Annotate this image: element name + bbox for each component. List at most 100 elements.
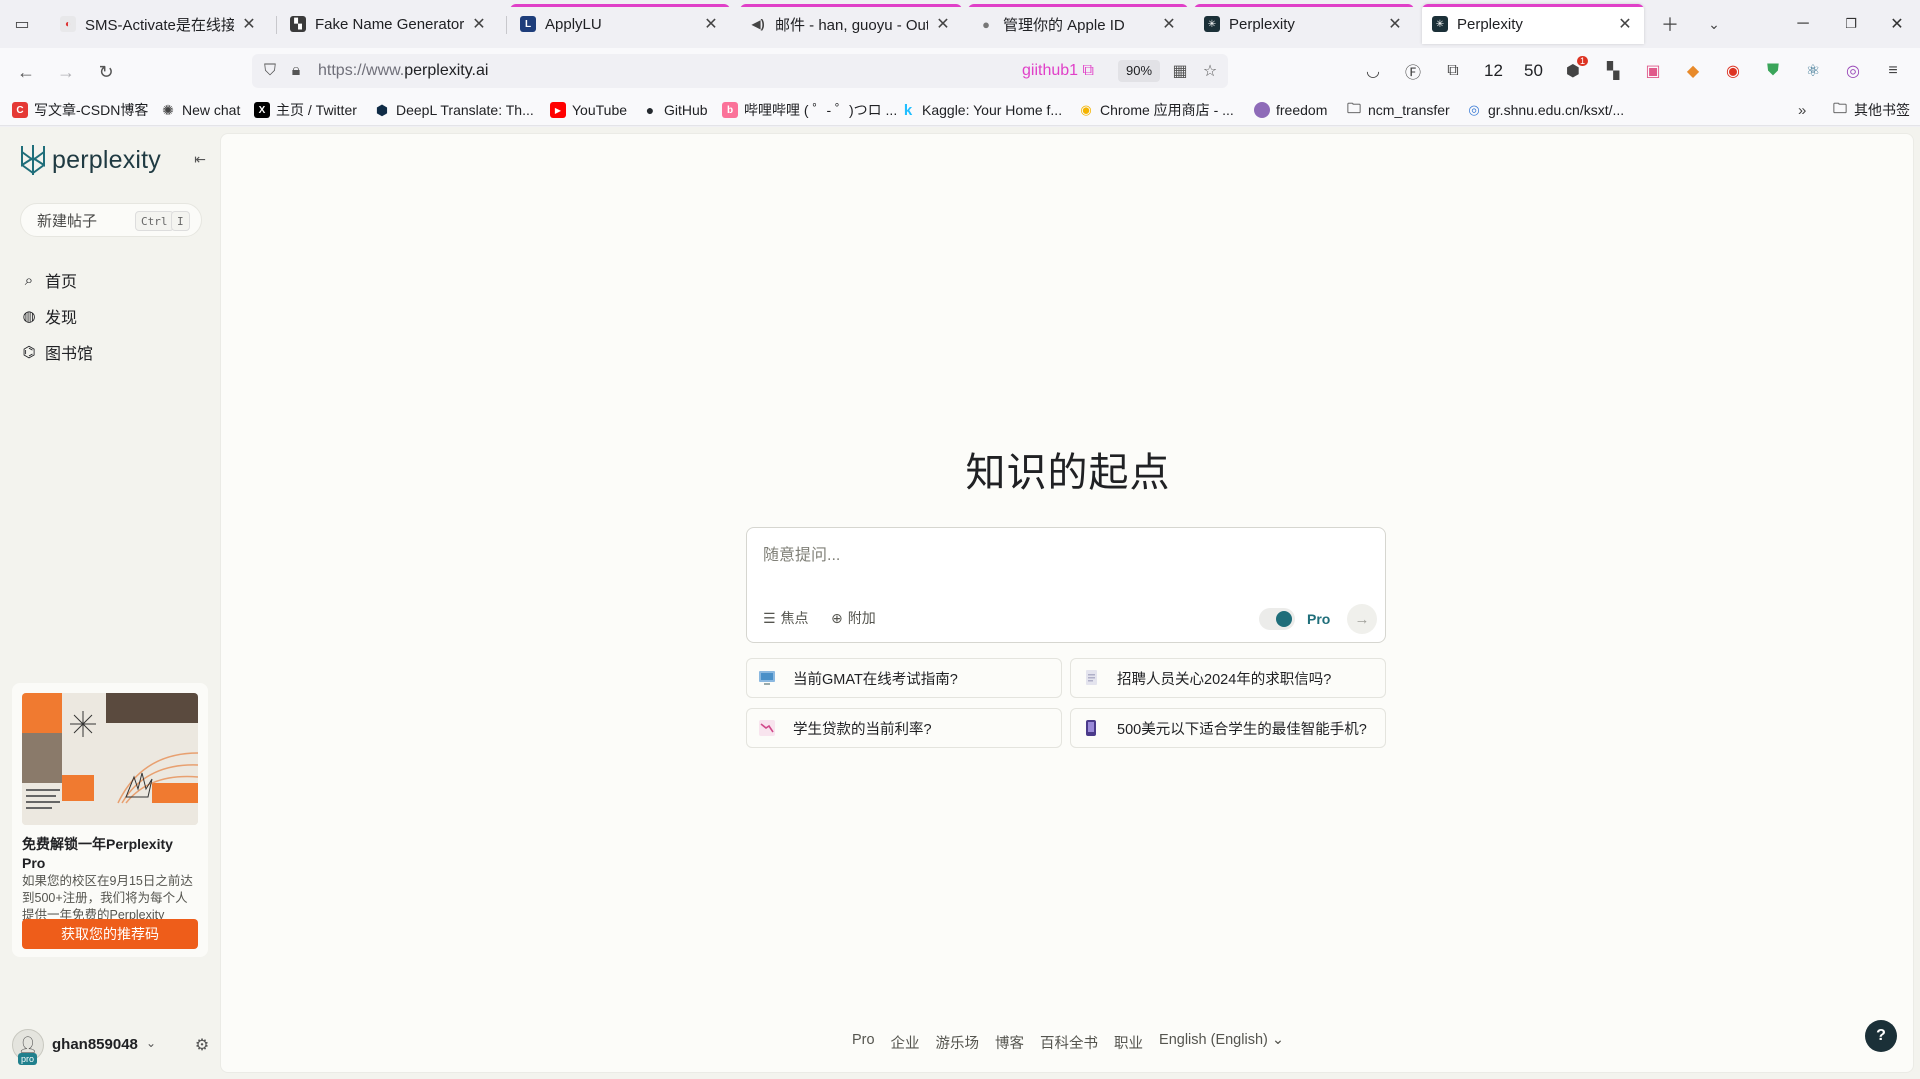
tab-perplexity-active[interactable]: ✳ Perplexity ✕ xyxy=(1422,4,1644,44)
user-menu[interactable]: 👤︎ pro ghan859048 ⌄ ⚙ xyxy=(12,1027,212,1067)
zoom-level[interactable]: 90% xyxy=(1118,60,1161,82)
other-bookmarks-folder[interactable]: 🗀︎ 其他书签 xyxy=(1832,100,1910,120)
metamask-icon[interactable]: ◆ xyxy=(1680,58,1706,84)
back-button[interactable]: ← xyxy=(12,58,40,86)
bookmark-csdn[interactable]: C 写文章-CSDN博客 xyxy=(12,100,148,120)
bookmark-github[interactable]: ● GitHub xyxy=(642,100,708,120)
tab-title: SMS-Activate是在线接受短 xyxy=(85,16,234,34)
close-icon[interactable]: ✕ xyxy=(1160,14,1178,34)
counter-a[interactable]: 12 xyxy=(1484,58,1503,84)
more-bookmarks-chevron-icon[interactable]: » xyxy=(1798,100,1806,120)
focus-button[interactable]: ☰ 焦点 xyxy=(763,608,809,628)
close-icon[interactable]: ✕ xyxy=(1616,14,1634,34)
attach-button[interactable]: ⊕ 附加 xyxy=(831,608,876,628)
tab-perplexity-1[interactable]: ✳ Perplexity ✕ xyxy=(1194,4,1414,44)
footer-link-careers[interactable]: 职业 xyxy=(1114,1032,1143,1053)
grid-apps-icon[interactable]: ▚ xyxy=(1600,58,1626,84)
reload-button[interactable]: ↻ xyxy=(92,58,120,86)
bookmark-freedom[interactable]: freedom xyxy=(1254,100,1327,120)
react-devtools-icon[interactable]: ⚛ xyxy=(1800,58,1826,84)
pro-toggle[interactable]: Pro xyxy=(1259,606,1341,632)
collapse-sidebar-icon[interactable]: ⇤ xyxy=(190,149,210,169)
bookmark-shnu[interactable]: ◎ gr.shnu.edu.cn/ksxt/... xyxy=(1466,100,1624,120)
brand-name: perplexity xyxy=(52,145,161,174)
extension-label[interactable]: giithub1 ⧉ xyxy=(1022,62,1094,80)
close-icon[interactable]: ✕ xyxy=(470,14,488,34)
suggestion-text: 当前GMAT在线考试指南? xyxy=(793,671,958,688)
perplexity-logo[interactable]: perplexity xyxy=(18,143,161,177)
restore-button[interactable]: ❐ xyxy=(1836,10,1866,38)
sidebar-item-discover[interactable]: ◍ 发现 xyxy=(20,303,77,329)
search-box[interactable]: ☰ 焦点 ⊕ 附加 Pro → xyxy=(746,527,1386,643)
puzzle-icon[interactable]: ⧉ xyxy=(1440,58,1466,84)
translate-icon[interactable]: ▣ xyxy=(1640,58,1666,84)
bookmark-chrome-store[interactable]: ◉ Chrome 应用商店 - ... xyxy=(1078,100,1233,120)
bookmark-folder-ncm[interactable]: 🗀︎ ncm_transfer xyxy=(1346,100,1450,120)
submit-arrow-button[interactable]: → xyxy=(1347,604,1377,634)
username[interactable]: ghan859048 xyxy=(52,1036,138,1053)
menu-icon[interactable]: ≡ xyxy=(1880,58,1906,84)
gear-icon[interactable]: ⚙ xyxy=(192,1035,212,1055)
footer-link-pro[interactable]: Pro xyxy=(852,1032,875,1053)
notification-extension-icon[interactable]: ⬢ 1 xyxy=(1560,56,1588,84)
new-tab-button[interactable]: ＋ xyxy=(1658,12,1682,36)
freedom-icon xyxy=(1254,102,1270,118)
bookmark-bilibili[interactable]: b 哔哩哔哩 ( ゜- ゜)つロ ... xyxy=(722,100,897,120)
opera-icon[interactable]: ◉ xyxy=(1720,58,1746,84)
shield-icon[interactable]: ⛉ xyxy=(260,61,280,81)
profile-icon[interactable]: ◎ xyxy=(1840,58,1866,84)
lock-icon[interactable]: 🔒︎ xyxy=(286,61,306,81)
tab-sms-activate[interactable]: ◐ SMS-Activate是在线接受短 ✕ xyxy=(50,4,268,44)
tab-outlook[interactable]: ◀) 邮件 - han, guoyu - Outlo ✕ xyxy=(740,4,962,44)
bookmark-twitter[interactable]: X 主页 / Twitter xyxy=(254,100,357,120)
chevron-down-icon[interactable]: ⌄ xyxy=(146,1036,156,1050)
suggestion-smartphone[interactable]: 500美元以下适合学生的最佳智能手机? xyxy=(1070,708,1386,748)
search-input[interactable] xyxy=(763,544,1363,568)
footer-link-playground[interactable]: 游乐场 xyxy=(936,1032,980,1053)
bookmark-star-icon[interactable]: ☆ xyxy=(1200,61,1220,81)
bookmark-deepl[interactable]: ⬢ DeepL Translate: Th... xyxy=(374,100,534,120)
close-icon[interactable]: ✕ xyxy=(1386,14,1404,34)
close-window-button[interactable]: ✕ xyxy=(1882,10,1912,38)
sidebar-item-library[interactable]: ⌬ 图书馆 xyxy=(20,339,93,365)
language-selector[interactable]: English (English) ⌄ xyxy=(1159,1032,1284,1053)
bookmark-youtube[interactable]: ▶ YouTube xyxy=(550,100,627,120)
tab-list-chevron-icon[interactable]: ⌄ xyxy=(1702,12,1726,36)
bookmark-new-chat[interactable]: ✺ New chat xyxy=(160,100,240,120)
bookmark-kaggle[interactable]: k Kaggle: Your Home f... xyxy=(900,100,1062,120)
chart-down-icon xyxy=(759,720,775,736)
address-bar[interactable]: ⛉ 🔒︎ https://www.perplexity.ai giithub1 … xyxy=(252,54,1228,88)
deepl-icon: ⬢ xyxy=(375,101,389,118)
tab-overview-icon[interactable]: ▭ xyxy=(10,12,34,36)
pocket-icon[interactable]: ◡ xyxy=(1360,58,1386,84)
get-referral-code-button[interactable]: 获取您的推荐码 xyxy=(22,919,198,949)
tab-apple-id[interactable]: ● 管理你的 Apple ID ✕ xyxy=(968,4,1188,44)
suggestion-cover-letter[interactable]: 招聘人员关心2024年的求职信吗? xyxy=(1070,658,1386,698)
close-icon[interactable]: ✕ xyxy=(934,14,952,34)
badge-count: 1 xyxy=(1576,56,1588,66)
sidebar-item-home[interactable]: ⌕ 首页 xyxy=(20,267,77,293)
perplexity-logo-icon xyxy=(21,145,45,175)
minimize-button[interactable]: ─ xyxy=(1788,10,1818,38)
sms-icon: ◐ xyxy=(60,16,76,32)
github-icon: ● xyxy=(645,102,655,118)
tab-title: 邮件 - han, guoyu - Outlo xyxy=(775,16,928,34)
close-icon[interactable]: ✕ xyxy=(702,14,720,34)
counter-b[interactable]: 50 xyxy=(1524,58,1543,84)
new-thread-button[interactable]: 新建帖子 Ctrl I xyxy=(20,203,202,237)
tab-fake-name-generator[interactable]: ▚ Fake Name Generator | Fa ✕ xyxy=(280,4,498,44)
suggestion-gmat[interactable]: 当前GMAT在线考试指南? xyxy=(746,658,1062,698)
close-icon[interactable]: ✕ xyxy=(240,14,258,34)
forward-button[interactable]: → xyxy=(52,58,80,86)
shield-check-icon[interactable]: ⛊ xyxy=(1760,58,1786,84)
footer-link-blog[interactable]: 博客 xyxy=(995,1032,1024,1053)
extension-f-icon[interactable]: Ⓕ xyxy=(1400,58,1426,84)
pro-toggle-switch[interactable] xyxy=(1259,608,1295,630)
tab-applylu[interactable]: L ApplyLU ✕ xyxy=(510,4,730,44)
help-button[interactable]: ? xyxy=(1865,1020,1897,1052)
footer-link-encyclopedia[interactable]: 百科全书 xyxy=(1040,1032,1098,1053)
url-text[interactable]: https://www.perplexity.ai xyxy=(318,62,488,80)
qr-code-icon[interactable]: ▦ xyxy=(1170,61,1190,81)
footer-link-enterprise[interactable]: 企业 xyxy=(891,1032,920,1053)
suggestion-student-loans[interactable]: 学生贷款的当前利率? xyxy=(746,708,1062,748)
